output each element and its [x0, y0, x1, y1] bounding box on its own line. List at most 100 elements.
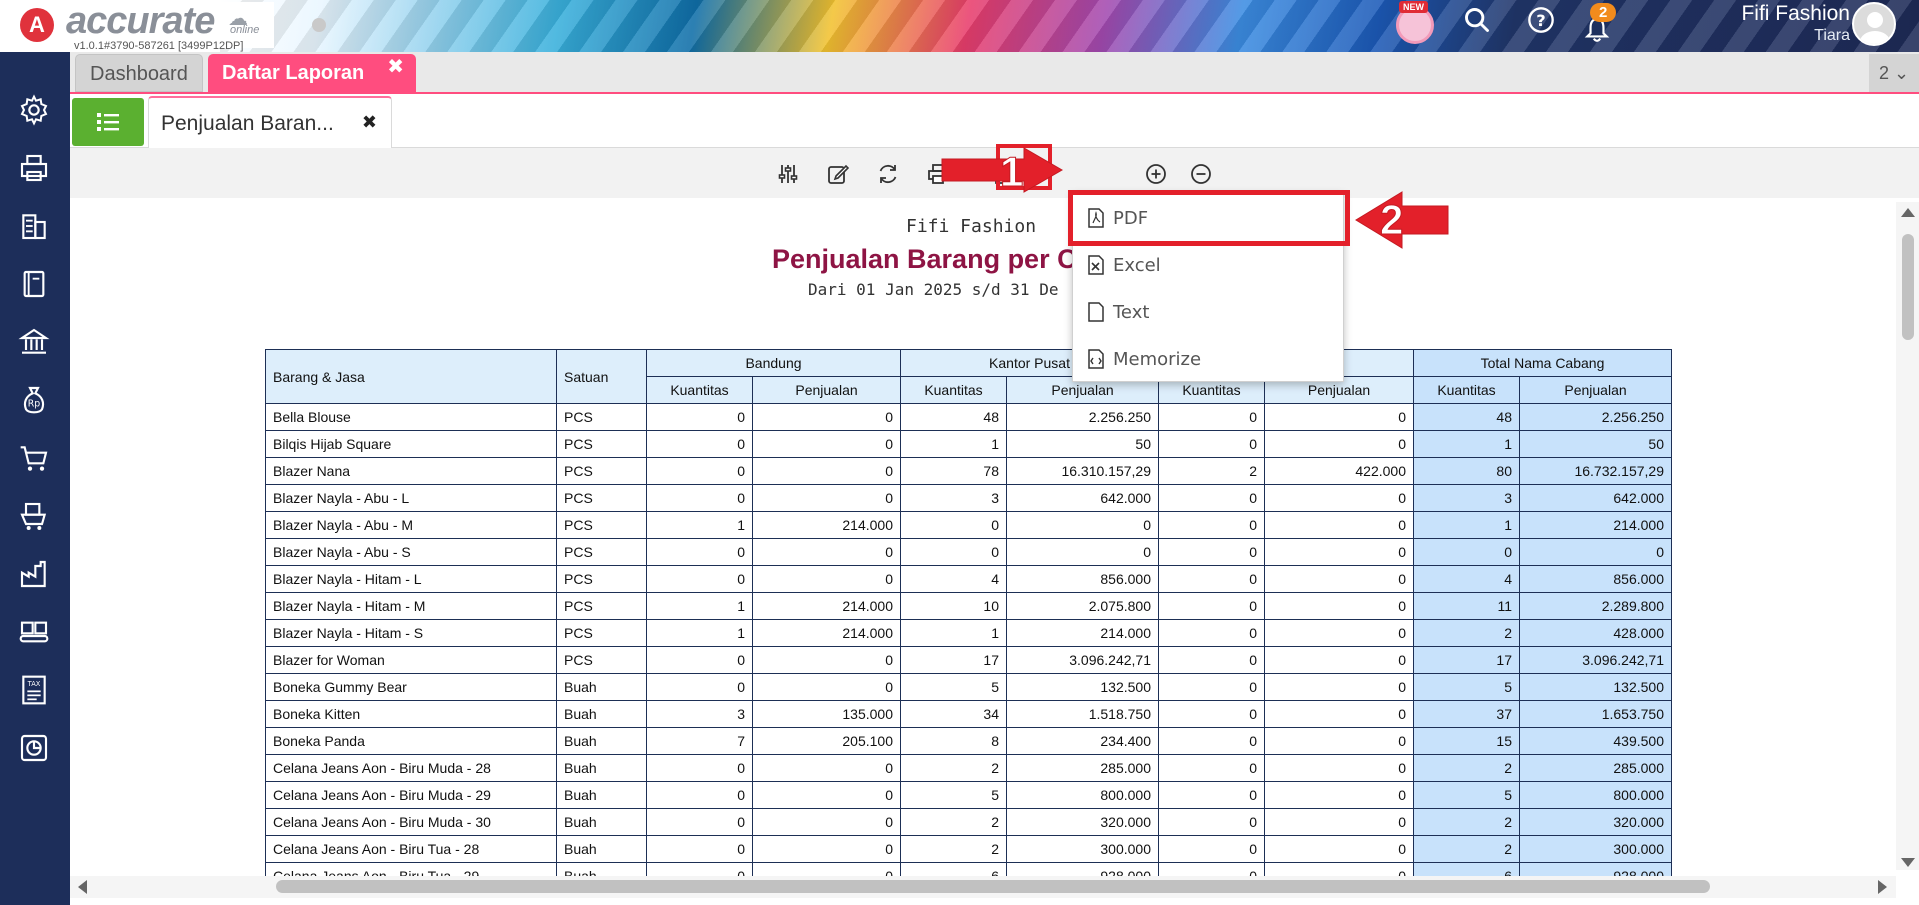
table-row[interactable]: Blazer Nayla - Abu - L PCS 0 0 3 642.000 0 0 3 64…: [265, 484, 1672, 512]
value-cell: 0: [752, 646, 901, 674]
unit-cell: PCS: [556, 592, 647, 620]
table-row[interactable]: Bilqis Hijab Square PCS 0 0 1 50 0 0 1 50: [265, 430, 1672, 458]
table-row[interactable]: Blazer for Woman PCS 0 0 17 3.096.242,71 0 0 17 3…: [265, 646, 1672, 674]
value-cell: 320.000: [1006, 808, 1159, 836]
user-avatar[interactable]: [1852, 2, 1896, 46]
tab-daftar-laporan[interactable]: Daftar Laporan ✖: [208, 54, 416, 92]
export-excel-item[interactable]: Excel: [1087, 250, 1161, 280]
export-text-label: Text: [1113, 301, 1150, 323]
conveyor-icon[interactable]: [14, 612, 54, 652]
value-cell: 0: [646, 565, 753, 593]
value-cell: 48: [900, 403, 1007, 431]
tab-dashboard-label: Dashboard: [90, 63, 188, 85]
table-row[interactable]: Blazer Nana PCS 0 0 78 16.310.157,29 2 422.000 8…: [265, 457, 1672, 485]
value-cell: 0: [1264, 403, 1414, 431]
cart-icon[interactable]: [14, 438, 54, 478]
col-header-total: Total Nama Cabang: [1413, 349, 1672, 377]
shop-cart-icon[interactable]: [14, 496, 54, 536]
vertical-scrollbar[interactable]: [1896, 202, 1919, 870]
table-row[interactable]: Blazer Nayla - Hitam - S PCS 1 214.000 1 214.…: [265, 619, 1672, 647]
value-cell: 0: [646, 754, 753, 782]
refresh-icon[interactable]: [874, 160, 902, 188]
value-cell: 50: [1519, 430, 1672, 458]
item-name-cell: Boneka Gummy Bear: [265, 673, 557, 701]
building-icon[interactable]: [14, 206, 54, 246]
table-row[interactable]: Blazer Nayla - Abu - S PCS 0 0 0 0 0 0 0 0: [265, 538, 1672, 566]
vertical-scroll-thumb[interactable]: [1902, 234, 1914, 340]
value-cell: 0: [1158, 835, 1265, 863]
value-cell: 856.000: [1519, 565, 1672, 593]
value-cell: 0: [1264, 511, 1414, 539]
value-cell: 17: [900, 646, 1007, 674]
tab-dashboard[interactable]: Dashboard: [75, 54, 203, 92]
book-icon[interactable]: [14, 264, 54, 304]
factory-icon[interactable]: [14, 554, 54, 594]
close-icon[interactable]: ✖: [362, 112, 377, 133]
value-cell: 214.000: [1519, 511, 1672, 539]
money-bag-icon[interactable]: Rp: [14, 380, 54, 420]
export-text-item[interactable]: Text: [1087, 297, 1149, 327]
report-chart-icon[interactable]: [14, 728, 54, 768]
value-cell: 800.000: [1006, 781, 1159, 809]
scroll-up-icon[interactable]: [1901, 208, 1915, 217]
value-cell: 285.000: [1519, 754, 1672, 782]
item-name-cell: Blazer Nayla - Hitam - M: [265, 592, 557, 620]
value-cell: 0: [1158, 808, 1265, 836]
value-cell: 2.075.800: [1006, 592, 1159, 620]
value-cell: 10: [900, 592, 1007, 620]
horizontal-scroll-thumb[interactable]: [276, 880, 1710, 893]
scroll-down-icon[interactable]: [1901, 858, 1915, 867]
help-icon[interactable]: ?: [1524, 6, 1558, 44]
tab-penjualan-barang[interactable]: Penjualan Baran... ✖: [148, 96, 392, 148]
zoom-out-icon[interactable]: [1187, 160, 1215, 188]
table-row[interactable]: Celana Jeans Aon - Biru Muda - 28 Buah 0 0 2…: [265, 754, 1672, 782]
zoom-in-icon[interactable]: [1142, 160, 1170, 188]
sliders-icon[interactable]: [774, 160, 802, 188]
scroll-right-icon[interactable]: [1878, 880, 1887, 894]
value-cell: 0: [1264, 565, 1414, 593]
top-header: A accurate ☁ online v1.0.1#3790-587261 […: [0, 0, 1919, 52]
value-cell: 0: [752, 673, 901, 701]
table-row[interactable]: Blazer Nayla - Hitam - M PCS 1 214.000 10 2.0…: [265, 592, 1672, 620]
version-label: v1.0.1#3790-587261 [3499P12DP]: [74, 40, 244, 52]
value-cell: 3: [1413, 484, 1520, 512]
search-icon[interactable]: [1460, 6, 1494, 44]
main-sidebar: Rp TAX: [0, 52, 70, 905]
col-header-sales: Penjualan: [1519, 376, 1672, 404]
export-memorize-item[interactable]: Memorize: [1087, 344, 1201, 374]
new-badge: NEW: [1399, 1, 1428, 13]
tax-icon[interactable]: TAX: [14, 670, 54, 710]
horizontal-scrollbar[interactable]: [70, 876, 1896, 898]
table-row[interactable]: Blazer Nayla - Abu - M PCS 1 214.000 0 0 0 0 1 21…: [265, 511, 1672, 539]
table-row[interactable]: Celana Jeans Aon - Biru Muda - 30 Buah 0 0 2…: [265, 808, 1672, 836]
accurate-logo[interactable]: A accurate ☁ online v1.0.1#3790-587261 […: [4, 0, 274, 52]
settings-icon[interactable]: [14, 90, 54, 130]
list-icon[interactable]: [72, 98, 144, 146]
value-cell: 300.000: [1006, 835, 1159, 863]
value-cell: 16.310.157,29: [1006, 457, 1159, 485]
svg-text:?: ?: [1536, 11, 1545, 30]
table-row[interactable]: Celana Jeans Aon - Biru Muda - 29 Buah 0 0 5…: [265, 781, 1672, 809]
col-header-qty: Kuantitas: [900, 376, 1007, 404]
user-name: Tiara: [1814, 27, 1850, 44]
value-cell: 0: [1264, 619, 1414, 647]
edit-icon[interactable]: [824, 160, 852, 188]
item-name-cell: Blazer Nayla - Hitam - L: [265, 565, 557, 593]
close-icon[interactable]: ✖: [387, 54, 404, 78]
scroll-left-icon[interactable]: [78, 880, 87, 894]
value-cell: 15: [1413, 727, 1520, 755]
table-row[interactable]: Blazer Nayla - Hitam - L PCS 0 0 4 856.000 0 0 4…: [265, 565, 1672, 593]
pdf-option-highlight: [1068, 190, 1350, 246]
table-row[interactable]: Boneka Panda Buah 7 205.100 8 234.400 0 0 15 439.…: [265, 727, 1672, 755]
bank-icon[interactable]: [14, 322, 54, 362]
value-cell: 7: [646, 727, 753, 755]
table-row[interactable]: Boneka Gummy Bear Buah 0 0 5 132.500 0 0 5 132.50…: [265, 673, 1672, 701]
table-row[interactable]: Celana Jeans Aon - Biru Tua - 28 Buah 0 0 2 3…: [265, 835, 1672, 863]
table-row[interactable]: Boneka Kitten Buah 3 135.000 34 1.518.750 0 0 37…: [265, 700, 1672, 728]
printer-icon[interactable]: [14, 148, 54, 188]
table-row[interactable]: Bella Blouse PCS 0 0 48 2.256.250 0 0 48 2.256.25…: [265, 403, 1672, 431]
tab-count-dropdown[interactable]: 2 ⌄: [1869, 54, 1919, 92]
value-cell: 1.518.750: [1006, 700, 1159, 728]
value-cell: 0: [646, 835, 753, 863]
value-cell: 0: [1264, 835, 1414, 863]
